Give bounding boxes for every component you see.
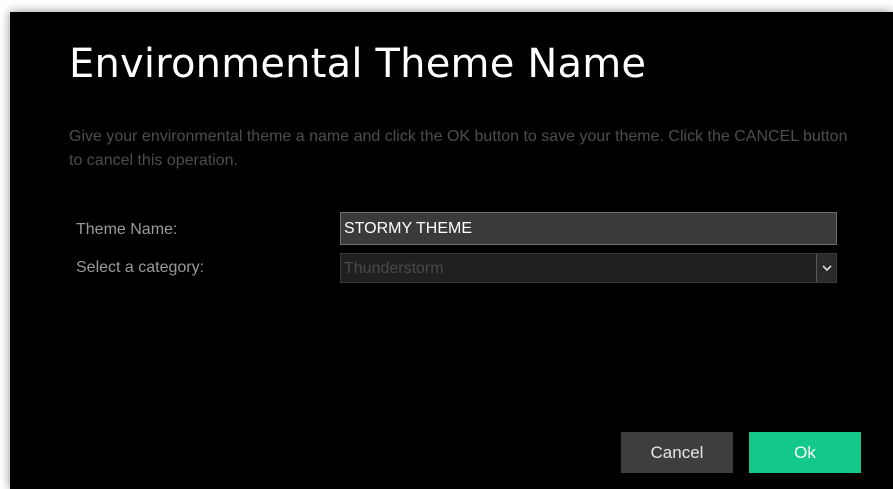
dialog-description: Give your environmental theme a name and… — [69, 128, 848, 169]
category-dropdown[interactable]: Thunderstorm — [340, 253, 837, 283]
chevron-down-icon — [821, 264, 832, 271]
theme-name-dialog: Environmental Theme Name Give your envir… — [10, 12, 893, 489]
dropdown-toggle[interactable] — [816, 254, 836, 282]
screen: Environmental Theme Name Give your envir… — [0, 0, 893, 489]
dialog-title: Environmental Theme Name — [69, 41, 647, 87]
cancel-button[interactable]: Cancel — [621, 432, 733, 473]
ok-button[interactable]: Ok — [749, 432, 861, 473]
category-label: Select a category: — [76, 259, 205, 276]
category-selected-value: Thunderstorm — [344, 260, 444, 277]
theme-name-input[interactable] — [340, 212, 837, 245]
theme-name-label: Theme Name: — [76, 221, 178, 238]
